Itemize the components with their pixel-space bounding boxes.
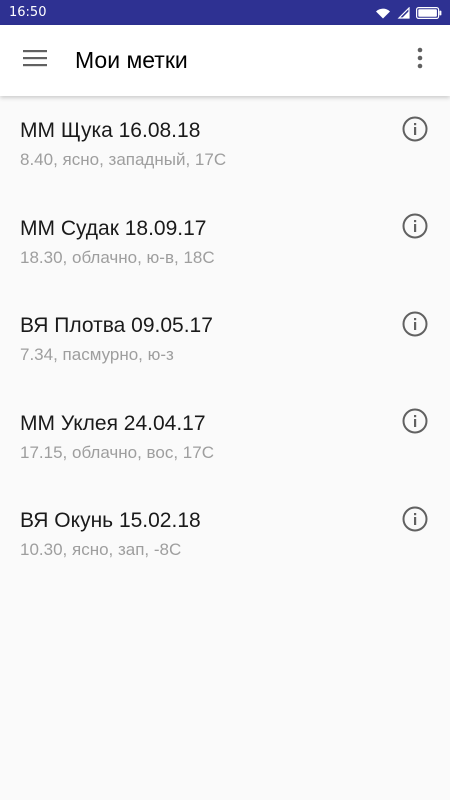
- mark-details: 10.30, ясно, зап, -8С: [20, 540, 182, 559]
- navigation-menu-button[interactable]: [0, 25, 70, 96]
- more-vert-icon: [417, 47, 423, 74]
- info-icon: [402, 506, 428, 537]
- mark-title: ВЯ Окунь 15.02.18: [20, 509, 201, 532]
- info-icon: [402, 213, 428, 244]
- mark-title: ВЯ Плотва 09.05.17: [20, 314, 213, 337]
- hamburger-menu-icon: [23, 49, 47, 72]
- battery-icon: [416, 6, 442, 19]
- info-icon: [402, 408, 428, 439]
- overflow-menu-button[interactable]: [390, 25, 450, 96]
- app-bar: Мои метки: [0, 25, 450, 96]
- info-button[interactable]: [402, 116, 428, 147]
- mark-title: ММ Судак 18.09.17: [20, 216, 207, 240]
- info-button[interactable]: [402, 506, 428, 537]
- mark-title: ММ Уклея 24.04.17: [20, 411, 206, 435]
- info-icon: [402, 311, 428, 342]
- info-button[interactable]: [402, 408, 428, 439]
- mark-details: 18.30, облачно, ю-в, 18С: [20, 247, 215, 267]
- page-title: Мои метки: [75, 47, 188, 73]
- mark-details: 17.15, облачно, вос, 17С: [20, 442, 214, 462]
- info-icon: [402, 116, 428, 147]
- status-bar: 16:50: [0, 0, 450, 25]
- mark-title: ММ Щука 16.08.18: [20, 119, 201, 142]
- wifi-icon: [375, 7, 391, 19]
- status-icons: [375, 6, 442, 19]
- signal-icon: [397, 6, 410, 19]
- info-button[interactable]: [402, 213, 428, 244]
- list-item[interactable]: ММ Уклея 24.04.17 17.15, облачно, вос, 1…: [0, 389, 450, 487]
- list-item[interactable]: ВЯ Окунь 15.02.18 10.30, ясно, зап, -8С: [0, 486, 450, 584]
- mark-details: 8.40, ясно, западный, 17С: [20, 150, 227, 169]
- list-item[interactable]: ВЯ Плотва 09.05.17 7.34, пасмурно, ю-з: [0, 291, 450, 389]
- list-item[interactable]: ММ Судак 18.09.17 18.30, облачно, ю-в, 1…: [0, 194, 450, 292]
- info-button[interactable]: [402, 311, 428, 342]
- status-time: 16:50: [9, 5, 47, 20]
- list-item[interactable]: ММ Щука 16.08.18 8.40, ясно, западный, 1…: [0, 96, 450, 194]
- mark-details: 7.34, пасмурно, ю-з: [20, 345, 174, 364]
- marks-list: ММ Щука 16.08.18 8.40, ясно, западный, 1…: [0, 96, 450, 584]
